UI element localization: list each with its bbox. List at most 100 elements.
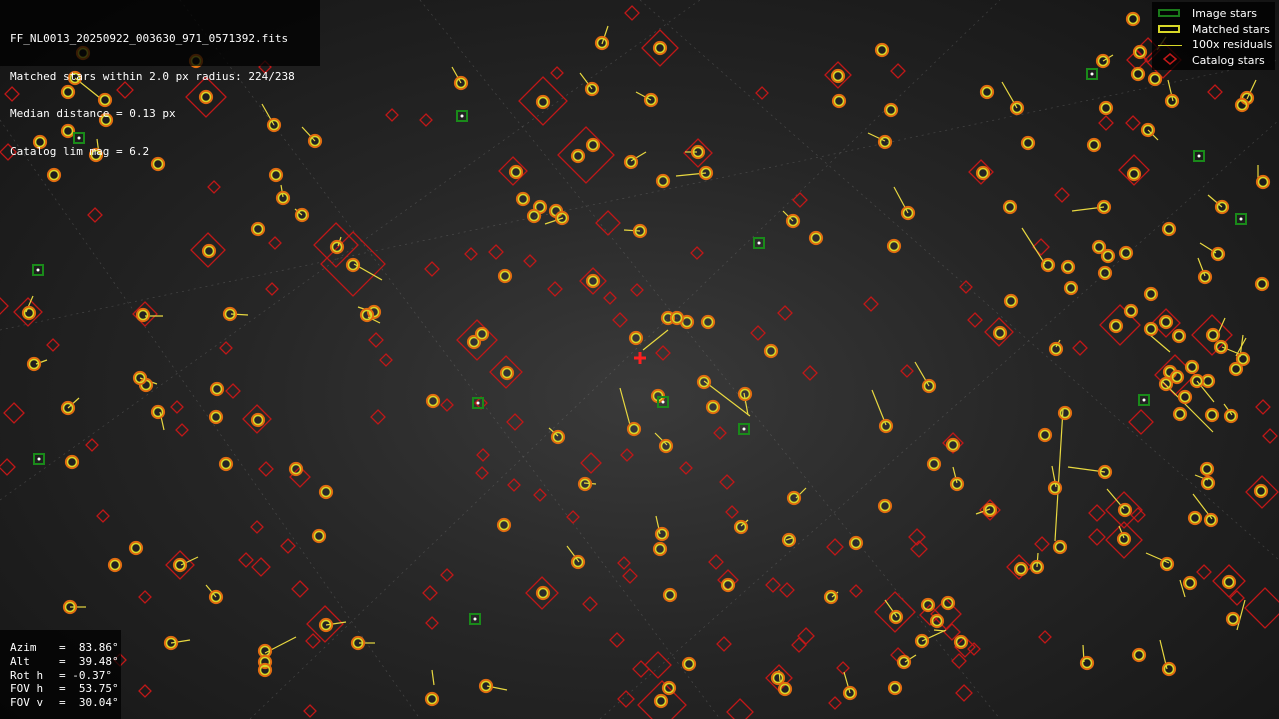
- catalog-star-marker: [1088, 528, 1106, 546]
- catalog-star-marker: [655, 345, 671, 361]
- catalog-star-marker: [849, 584, 863, 598]
- catalog-star-marker: [0, 297, 9, 315]
- param-azim: Azim = 83.86°: [10, 641, 119, 654]
- catalog-star-marker: [719, 474, 735, 490]
- catalog-star-marker: [265, 282, 279, 296]
- catalog-star-marker: [603, 291, 617, 305]
- catalog-star-marker: [713, 426, 727, 440]
- catalog-star-marker: [683, 138, 713, 168]
- catalog-star-marker: [518, 76, 568, 126]
- catalog-star-marker: [644, 651, 672, 679]
- catalog-star-marker: [595, 210, 621, 236]
- median-distance: Median distance = 0.13 px: [10, 107, 176, 120]
- catalog-star-marker: [370, 409, 386, 425]
- catalog-star-marker: [967, 312, 983, 328]
- catalog-star-marker: [641, 29, 679, 67]
- catalog-star-marker: [580, 452, 602, 474]
- catalog-star-marker: [385, 108, 399, 122]
- catalog-star-marker: [46, 338, 60, 352]
- catalog-star-marker: [612, 312, 628, 328]
- catalog-star-marker: [368, 332, 384, 348]
- catalog-star-marker: [755, 86, 769, 100]
- catalog-star-marker: [456, 319, 498, 361]
- catalog-star-marker: [726, 698, 754, 719]
- catalog-star-marker: [440, 568, 454, 582]
- catalog-star-marker: [690, 246, 704, 260]
- catalog-star-marker: [13, 297, 43, 327]
- legend-residuals: 100x residuals: [1156, 37, 1275, 53]
- catalog-star-marker: [280, 538, 296, 554]
- catalog-star-marker: [955, 684, 973, 702]
- catalog-star-marker: [170, 400, 184, 414]
- catalog-star-marker: [424, 261, 440, 277]
- param-fov-v: FOV v = 30.04°: [10, 696, 119, 710]
- catalog-star-marker: [824, 61, 852, 89]
- residual-line: [1021, 227, 1046, 265]
- residual-line: [619, 387, 631, 426]
- catalog-star-marker: [419, 113, 433, 127]
- param-fov-h: FOV h = 53.75°: [10, 682, 119, 696]
- residual-line: [431, 669, 435, 686]
- catalog-star-marker: [716, 636, 732, 652]
- catalog-star-marker: [622, 568, 638, 584]
- catalog-star-marker: [566, 510, 580, 524]
- catalog-star-marker: [1125, 115, 1141, 131]
- catalog-star-marker: [291, 580, 309, 598]
- catalog-star-marker: [1034, 536, 1050, 552]
- catalog-star-marker: [630, 283, 644, 297]
- catalog-star-marker: [550, 66, 564, 80]
- catalog-star-marker: [489, 355, 523, 389]
- catalog-star-marker: [863, 296, 879, 312]
- file-name: FF_NL0013_20250922_003630_971_0571392.fi…: [10, 32, 289, 45]
- catalog-star-marker: [765, 577, 781, 593]
- catalog-star-marker: [238, 552, 254, 568]
- catalog-star-marker: [303, 704, 317, 718]
- catalog-star-marker: [507, 478, 521, 492]
- catalog-star-marker: [609, 632, 625, 648]
- catalog-star-marker: [225, 383, 241, 399]
- catalog-star-marker: [533, 488, 547, 502]
- catalog-star-marker: [836, 661, 850, 675]
- catalog-star-marker: [617, 690, 635, 708]
- catalog-star-marker: [138, 684, 152, 698]
- catalog-star-marker: [890, 63, 906, 79]
- catalog-star-marker: [620, 448, 634, 462]
- field-center-marker: [634, 352, 646, 364]
- catalog-star-marker: [826, 538, 844, 556]
- catalog-star-marker: [219, 341, 233, 355]
- catalog-star-marker: [802, 365, 818, 381]
- catalog-star-marker: [1054, 187, 1070, 203]
- catalog-star-marker: [579, 267, 607, 295]
- catalog-star-marker: [750, 325, 766, 341]
- catalog-star-marker: [637, 680, 687, 719]
- catalog-star-marker: [0, 458, 16, 476]
- catalog-star-marker: [679, 461, 693, 475]
- match-info-panel: FF_NL0013_20250922_003630_971_0571392.fi…: [0, 0, 320, 157]
- catalog-star-marker: [379, 353, 393, 367]
- catalog-star-marker: [242, 404, 272, 434]
- catalog-star-marker: [440, 398, 454, 412]
- catalog-star-marker: [422, 585, 438, 601]
- catalog-star-marker: [959, 280, 973, 294]
- catalog-star-marker: [617, 556, 631, 570]
- residual-line: [1149, 334, 1171, 353]
- catalog-star-marker: [828, 696, 842, 710]
- residual-line: [230, 313, 249, 316]
- catalog-star-marker: [476, 448, 490, 462]
- residuals-swatch: [1158, 45, 1182, 46]
- catalog-star-marker: [250, 520, 264, 534]
- catalog-star-marker: [1207, 84, 1223, 100]
- catalog-star-marker: [1098, 115, 1114, 131]
- catalog-star-marker: [207, 180, 221, 194]
- catalog-star-marker: [87, 207, 103, 223]
- catalog-star-marker: [725, 505, 739, 519]
- catalog-star-marker: [175, 423, 189, 437]
- catalog-star-marker: [1038, 630, 1052, 644]
- catalog-star-marker: [779, 582, 795, 598]
- catalog-star-marker: [138, 590, 152, 604]
- legend-catalog-stars: Catalog stars: [1156, 52, 1275, 69]
- catalog-star-marker: [1088, 504, 1106, 522]
- catalog-star-marker: [268, 236, 282, 250]
- catalog-star-marker: [506, 413, 524, 431]
- catalog-star-marker: [1212, 564, 1246, 598]
